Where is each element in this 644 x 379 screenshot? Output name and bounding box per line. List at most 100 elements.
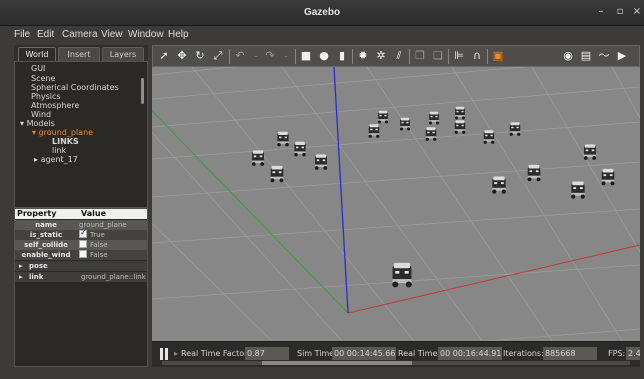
property-group-link[interactable]: ▸ link ground_plane::link — [15, 272, 147, 282]
real-time-label: Real Time: — [398, 349, 441, 358]
real-time-value: 00 00:16:44.916 — [438, 347, 502, 360]
scene-viewport[interactable] — [152, 67, 640, 341]
property-value-label: True — [90, 231, 105, 239]
sim-time-value: 00 00:14:45.668 — [332, 347, 396, 360]
property-row-enable-wind: enable_wind False — [15, 250, 147, 260]
property-key: enable_wind — [21, 251, 71, 259]
cylinder-icon[interactable]: ▮ — [335, 49, 349, 63]
tree-item-models-label: Models — [26, 119, 55, 128]
world-tree: GUI Scene Spherical Coordinates Physics … — [14, 61, 148, 208]
tree-item-link[interactable]: link — [52, 146, 66, 155]
property-group-value: ground_plane::link — [81, 273, 146, 281]
tree-item-ground-plane[interactable]: ▾ ground_plane — [32, 128, 93, 137]
rotate-icon[interactable]: ↻ — [193, 49, 207, 63]
close-button[interactable]: × — [630, 5, 644, 19]
tree-item-scene[interactable]: Scene — [31, 74, 55, 83]
tree-scrollbar[interactable] — [141, 78, 144, 104]
z-axis — [333, 67, 349, 314]
directional-light-icon[interactable]: ⫽ — [392, 49, 406, 63]
title-bar: Gazebo – ▫ × — [0, 0, 644, 26]
property-value[interactable]: False — [79, 240, 147, 250]
change-view-icon[interactable]: ▣ — [491, 49, 505, 63]
step-icon[interactable]: ▸ — [174, 349, 178, 358]
menu-window[interactable]: Window — [128, 29, 164, 40]
align-icon[interactable]: ⊫ — [452, 49, 466, 63]
property-value[interactable]: True — [79, 228, 147, 240]
property-row-self-collide: self_collide False — [15, 240, 147, 250]
spot-light-icon[interactable]: ✲ — [374, 49, 388, 63]
left-panel: World Insert Layers GUI Scene Spherical … — [14, 45, 148, 367]
copy-icon[interactable]: ❐ — [413, 49, 427, 63]
tree-item-wind[interactable]: Wind — [31, 110, 51, 119]
property-value[interactable]: False — [79, 250, 147, 260]
translate-icon[interactable]: ✥ — [175, 49, 189, 63]
expand-arrow-icon[interactable]: ▾ — [32, 128, 36, 137]
toolbar: ➚ ✥ ↻ ⤢ ↶ – ↷ – ■ ● ▮ ✹ ✲ ⫽ ❐ ❏ ⊫ ∩ ▣ ◉ … — [152, 45, 640, 67]
status-scrollbar-thumb[interactable] — [262, 361, 412, 365]
box-icon[interactable]: ■ — [299, 49, 313, 63]
property-key: self_collide — [24, 241, 68, 249]
sim-time-label: Sim Time: — [297, 349, 337, 358]
tree-item-physics[interactable]: Physics — [31, 92, 61, 101]
scene-canvas[interactable] — [152, 67, 640, 341]
point-light-icon[interactable]: ✹ — [356, 49, 370, 63]
toolbar-separator — [487, 49, 488, 64]
video-icon[interactable]: ▶ — [615, 49, 629, 63]
screenshot-icon[interactable]: ◉ — [561, 49, 575, 63]
robot-models[interactable] — [251, 106, 615, 288]
toolbar-separator — [409, 49, 410, 64]
status-scrollbar[interactable] — [162, 361, 630, 365]
tree-item-gui[interactable]: GUI — [31, 64, 45, 73]
expand-arrow-icon[interactable]: ▸ — [34, 155, 38, 164]
ground-grid — [152, 67, 640, 341]
log-icon[interactable]: ▤ — [579, 49, 593, 63]
redo-dropdown-icon[interactable]: – — [279, 49, 293, 63]
snap-icon[interactable]: ∩ — [470, 49, 484, 63]
menu-file[interactable]: File — [14, 29, 30, 40]
maximize-button[interactable]: ▫ — [613, 5, 627, 19]
property-value-label: False — [90, 251, 108, 259]
undo-icon[interactable]: ↶ — [233, 49, 247, 63]
checkbox-unchecked[interactable] — [79, 240, 87, 248]
fps-value: 2.4 — [626, 347, 640, 360]
checkbox-checked[interactable] — [79, 228, 87, 238]
property-group-label: pose — [29, 262, 48, 270]
tree-item-atmosphere[interactable]: Atmosphere — [31, 101, 79, 110]
iterations-label: Iterations: — [503, 349, 544, 358]
rtf-label: Real Time Factor: — [181, 349, 250, 358]
plot-icon[interactable]: 〜 — [597, 49, 611, 63]
menu-camera[interactable]: Camera — [62, 29, 98, 40]
fps-label: FPS: — [608, 349, 626, 358]
property-row-is-static: is_static True — [15, 228, 147, 240]
minimize-button[interactable]: – — [594, 5, 608, 19]
property-key: name — [35, 221, 57, 229]
paste-icon[interactable]: ❏ — [431, 49, 445, 63]
tree-item-spherical-coordinates[interactable]: Spherical Coordinates — [31, 83, 119, 92]
expand-arrow-icon[interactable]: ▸ — [19, 261, 23, 271]
tab-layers[interactable]: Layers — [102, 47, 144, 61]
property-table: Property Value name ground_plane is_stat… — [14, 208, 148, 367]
tree-item-models[interactable]: ▾ Models — [20, 119, 55, 128]
toolbar-separator — [352, 49, 353, 64]
property-group-pose[interactable]: ▸ pose — [15, 261, 147, 271]
toolbar-separator — [295, 49, 296, 64]
redo-icon[interactable]: ↷ — [263, 49, 277, 63]
pause-button[interactable] — [160, 348, 169, 360]
checkbox-unchecked[interactable] — [79, 250, 87, 258]
select-icon[interactable]: ➚ — [157, 49, 171, 63]
menu-view[interactable]: View — [101, 29, 123, 40]
tab-insert[interactable]: Insert — [58, 47, 100, 61]
scale-icon[interactable]: ⤢ — [211, 49, 225, 63]
menu-bar: File Edit Camera View Window Help — [0, 26, 644, 43]
menu-edit[interactable]: Edit — [37, 29, 54, 40]
tree-item-agent[interactable]: ▸ agent_17 — [34, 155, 78, 164]
tree-item-ground-plane-label: ground_plane — [38, 128, 94, 137]
tab-world[interactable]: World — [18, 47, 56, 61]
tree-item-agent-label: agent_17 — [40, 155, 78, 164]
expand-arrow-icon[interactable]: ▸ — [19, 272, 23, 282]
undo-dropdown-icon[interactable]: – — [249, 49, 263, 63]
expand-arrow-icon[interactable]: ▾ — [20, 119, 24, 128]
property-value[interactable]: ground_plane — [79, 220, 147, 230]
sphere-icon[interactable]: ● — [317, 49, 331, 63]
menu-help[interactable]: Help — [168, 29, 189, 40]
